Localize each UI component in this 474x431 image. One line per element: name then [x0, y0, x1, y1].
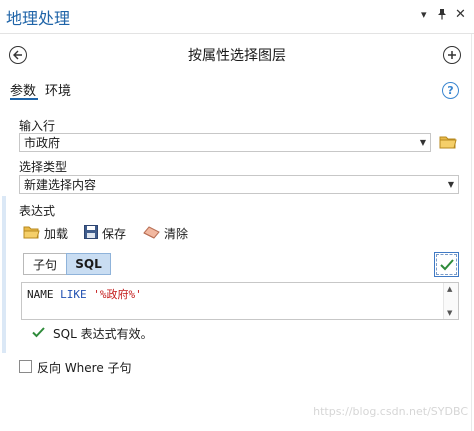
browse-folder-icon[interactable] — [439, 134, 457, 149]
folder-open-icon — [23, 225, 40, 242]
clause-mode-tab[interactable]: 子句 — [23, 253, 67, 275]
sql-field-name: NAME — [27, 288, 54, 301]
sql-editor[interactable]: NAME LIKE '%政府%' ▲ ▼ — [21, 282, 459, 320]
chevron-down-icon: ▼ — [447, 180, 454, 189]
input-rows-label: 输入行 — [19, 119, 56, 133]
watermark: https://blog.csdn.net/SYDBC — [313, 405, 468, 418]
selection-type-dropdown[interactable]: 新建选择内容 ▼ — [19, 175, 459, 194]
pin-icon[interactable] — [437, 8, 447, 23]
pane-title: 地理处理 — [6, 9, 71, 28]
check-icon — [32, 326, 45, 341]
save-button[interactable]: 保存 — [84, 225, 126, 242]
sql-scrollbar[interactable]: ▲ ▼ — [443, 283, 458, 319]
validation-message: SQL 表达式有效。 — [53, 327, 153, 341]
expression-section-accent — [2, 196, 6, 353]
save-label: 保存 — [102, 227, 127, 241]
sql-expression[interactable]: NAME LIKE '%政府%' — [27, 286, 142, 302]
sql-value: '%政府%' — [93, 288, 142, 301]
pane-right-border — [471, 34, 472, 431]
header-divider — [0, 33, 474, 34]
invert-where-checkbox[interactable] — [19, 360, 32, 373]
sql-operator: LIKE — [60, 288, 87, 301]
sql-mode-tab[interactable]: SQL — [66, 253, 111, 275]
close-icon[interactable]: ✕ — [455, 7, 466, 22]
clear-label: 清除 — [164, 227, 189, 241]
add-icon[interactable] — [443, 46, 461, 64]
invert-where-label[interactable]: 反向 Where 子句 — [37, 359, 132, 376]
help-icon[interactable]: ? — [442, 82, 459, 99]
check-icon — [436, 254, 457, 275]
input-rows-value: 市政府 — [24, 136, 61, 150]
load-label: 加载 — [44, 227, 69, 241]
clear-button[interactable]: 清除 — [143, 225, 188, 242]
load-button[interactable]: 加载 — [23, 225, 68, 242]
scroll-up-icon[interactable]: ▲ — [447, 285, 452, 293]
tool-title: 按属性选择图层 — [188, 48, 286, 64]
input-rows-dropdown[interactable]: 市政府 ▼ — [19, 133, 431, 152]
chevron-down-icon[interactable]: ▾ — [421, 8, 427, 21]
chevron-down-icon: ▼ — [419, 138, 426, 147]
scroll-down-icon[interactable]: ▼ — [447, 309, 452, 317]
active-tab-indicator — [10, 98, 38, 100]
selection-type-label: 选择类型 — [19, 160, 68, 174]
verify-expression-button[interactable] — [434, 252, 459, 277]
selection-type-value: 新建选择内容 — [24, 178, 97, 192]
tab-environments[interactable]: 环境 — [45, 80, 71, 99]
validation-status: SQL 表达式有效。 — [32, 325, 153, 342]
eraser-icon — [143, 225, 160, 242]
tab-parameters[interactable]: 参数 — [10, 80, 36, 99]
pane-header: 地理处理 ▾ ✕ — [0, 0, 474, 34]
expression-label: 表达式 — [19, 204, 56, 218]
save-icon — [84, 225, 98, 242]
